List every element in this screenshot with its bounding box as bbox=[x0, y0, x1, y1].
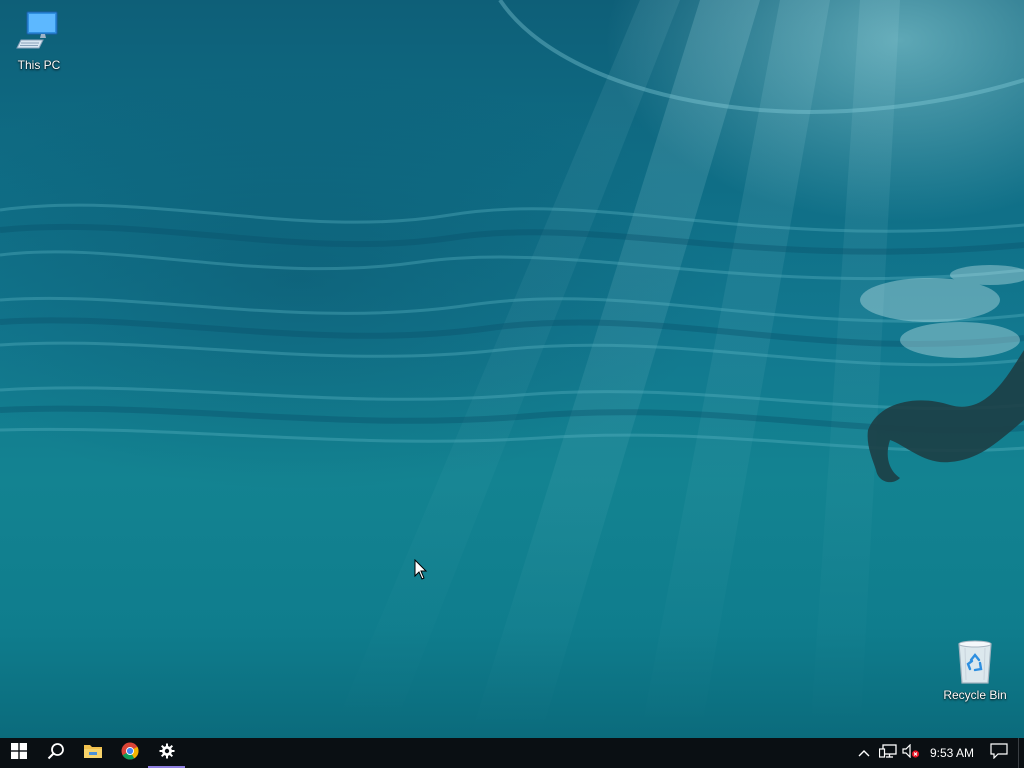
settings-gear-icon bbox=[159, 743, 175, 764]
computer-icon bbox=[15, 8, 63, 56]
search-icon bbox=[47, 742, 65, 765]
search-button[interactable] bbox=[37, 738, 74, 768]
volume-tray-button[interactable] bbox=[900, 738, 922, 768]
recycle-bin-icon bbox=[951, 638, 999, 686]
action-center-button[interactable] bbox=[984, 738, 1014, 768]
taskbar: 9:53 AM bbox=[0, 738, 1024, 768]
show-hidden-icons-button[interactable] bbox=[852, 738, 876, 768]
action-center-icon bbox=[990, 742, 1008, 764]
desktop-icon-this-pc[interactable]: This PC bbox=[1, 8, 77, 72]
file-explorer-icon bbox=[83, 742, 103, 765]
chevron-up-icon bbox=[858, 744, 870, 762]
wallpaper-underwater bbox=[0, 0, 1024, 738]
file-explorer-button[interactable] bbox=[74, 738, 111, 768]
desktop-icon-recycle-bin[interactable]: Recycle Bin bbox=[937, 638, 1013, 702]
desktop[interactable]: This PC Recycle Bin bbox=[0, 0, 1024, 738]
settings-button[interactable] bbox=[148, 738, 185, 768]
desktop-icon-label: This PC bbox=[17, 58, 61, 72]
mouse-cursor-icon bbox=[414, 559, 428, 580]
taskbar-clock[interactable]: 9:53 AM bbox=[922, 738, 984, 768]
show-desktop-button[interactable] bbox=[1018, 738, 1024, 768]
windows-start-icon bbox=[10, 742, 27, 764]
start-button[interactable] bbox=[0, 738, 37, 768]
desktop-icon-label: Recycle Bin bbox=[943, 688, 1007, 702]
volume-muted-icon bbox=[902, 743, 920, 763]
network-tray-button[interactable] bbox=[876, 738, 900, 768]
clock-time: 9:53 AM bbox=[929, 746, 974, 760]
network-icon bbox=[878, 743, 897, 763]
chrome-icon bbox=[121, 742, 139, 765]
swimmer-silhouette bbox=[867, 350, 1024, 483]
chrome-button[interactable] bbox=[111, 738, 148, 768]
